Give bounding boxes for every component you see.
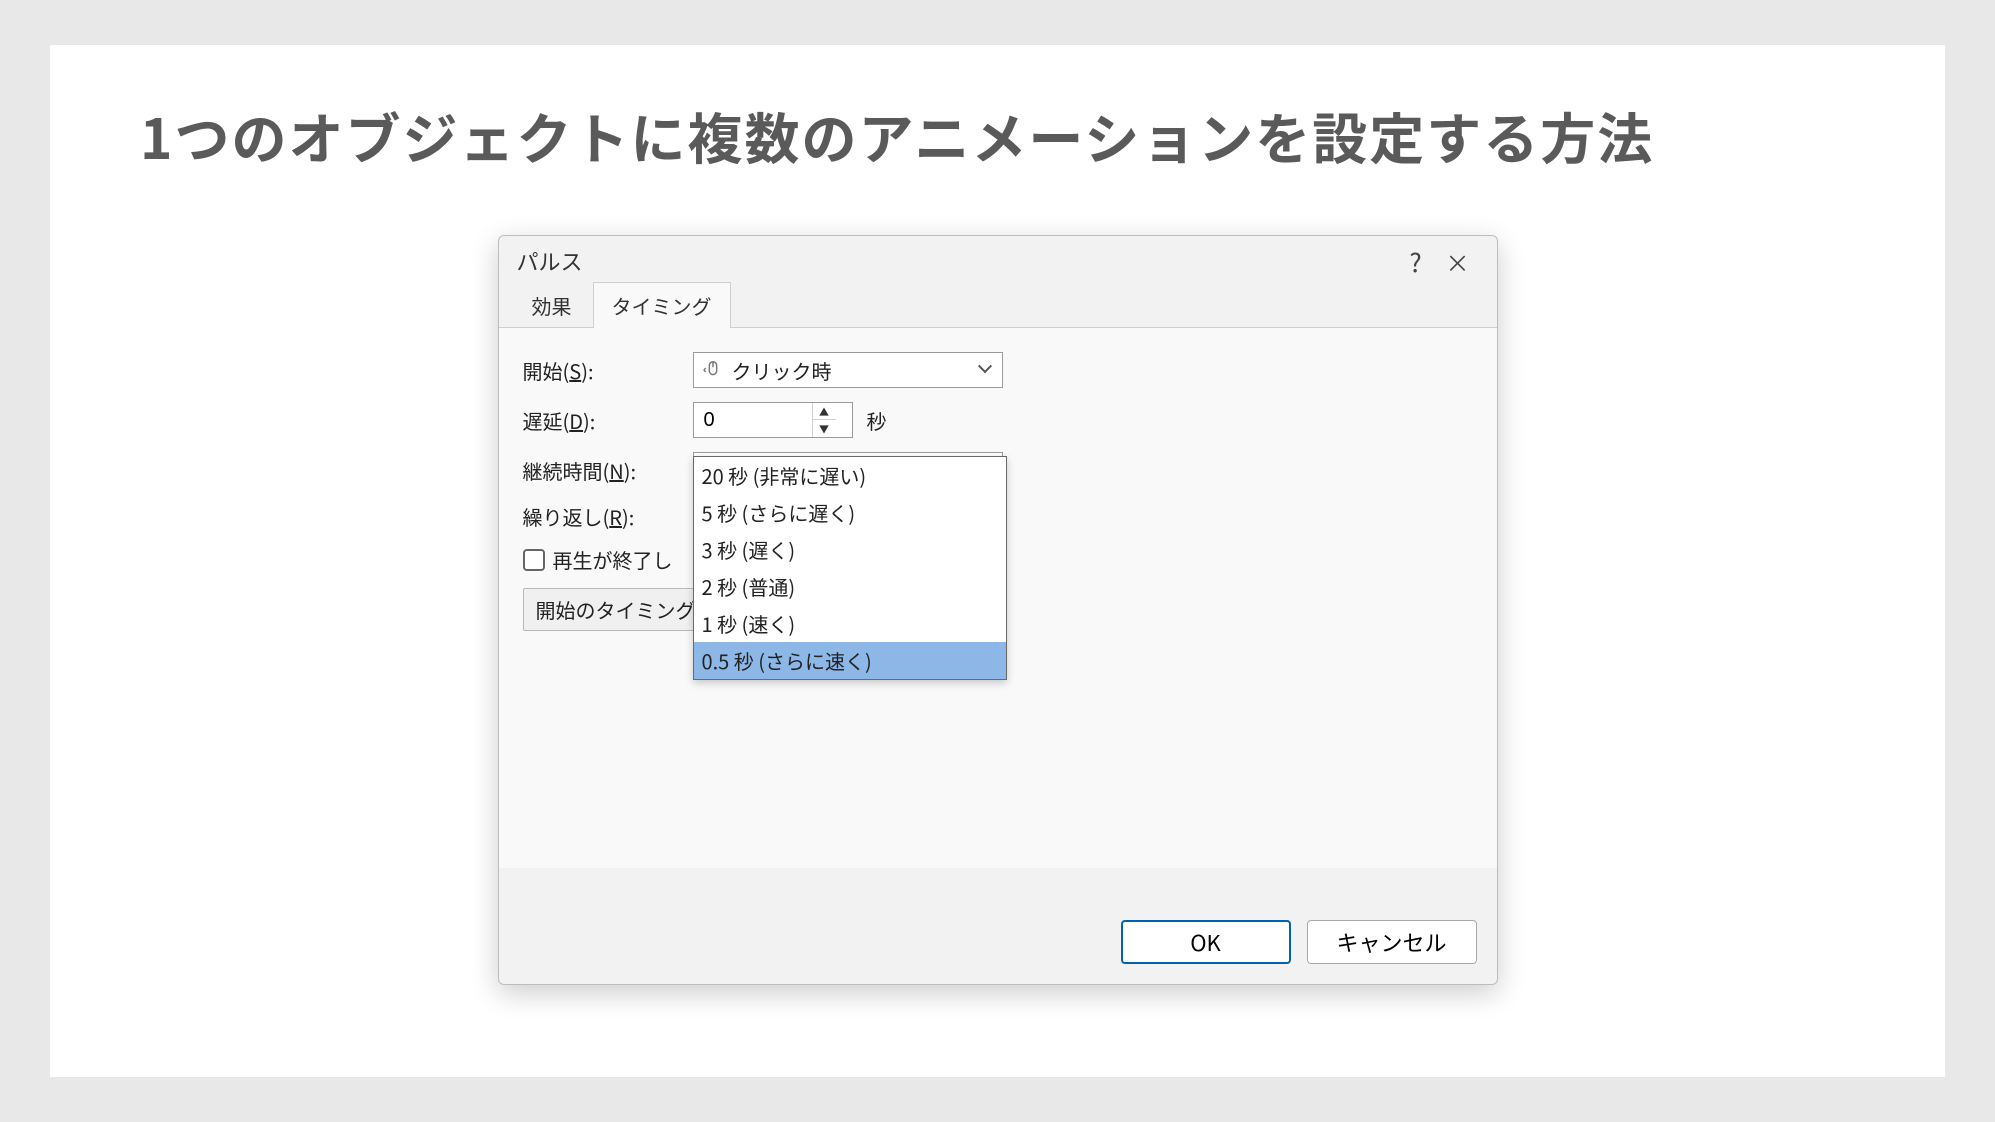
duration-dropdown[interactable]: 20 秒 (非常に遅い) 5 秒 (さらに遅く) 3 秒 (遅く) 2 秒 (普… [693, 456, 1007, 680]
rewind-label: 再生が終了し [553, 545, 673, 574]
label-delay: 遅延(D): [523, 406, 693, 435]
cancel-button[interactable]: キャンセル [1307, 920, 1477, 964]
spinner-up-icon[interactable]: ▲ [813, 403, 836, 420]
duration-option-selected[interactable]: 0.5 秒 (さらに速く) [694, 642, 1006, 679]
help-icon[interactable]: ? [1395, 240, 1437, 282]
duration-option[interactable]: 2 秒 (普通) [694, 568, 1006, 605]
page-title: 1つのオブジェクトに複数のアニメーションを設定する方法 [110, 95, 1885, 175]
chevron-down-icon [980, 364, 992, 376]
start-combo[interactable]: クリック時 [693, 352, 1003, 388]
tab-effect[interactable]: 効果 [513, 282, 591, 328]
label-duration: 継続時間(N): [523, 456, 693, 485]
dialog-titlebar: パルス ? × [499, 236, 1497, 286]
duration-option[interactable]: 5 秒 (さらに遅く) [694, 494, 1006, 531]
delay-input[interactable] [702, 408, 812, 433]
tab-body-timing: 開始(S): クリック時 [499, 328, 1497, 868]
row-delay: 遅延(D): ▲ ▼ 秒 [523, 402, 1473, 438]
ok-button[interactable]: OK [1121, 920, 1291, 964]
duration-option[interactable]: 20 秒 (非常に遅い) [694, 457, 1006, 494]
delay-spin-buttons[interactable]: ▲ ▼ [812, 403, 836, 437]
dialog-footer: OK キャンセル [1121, 920, 1477, 964]
pulse-dialog: パルス ? × 効果 タイミング 開始(S): [498, 235, 1498, 985]
tab-timing[interactable]: タイミング [593, 282, 731, 328]
start-combo-chevron[interactable] [976, 360, 996, 380]
delay-spinner[interactable]: ▲ ▼ [693, 402, 853, 438]
dialog-title: パルス [517, 245, 583, 277]
duration-option[interactable]: 1 秒 (速く) [694, 605, 1006, 642]
slide: 1つのオブジェクトに複数のアニメーションを設定する方法 パルス ? × 効果 タ… [50, 45, 1945, 1077]
label-start: 開始(S): [523, 356, 693, 385]
rewind-checkbox[interactable] [523, 549, 545, 571]
tabstrip: 効果 タイミング [499, 286, 1497, 328]
label-repeat: 繰り返し(R): [523, 502, 693, 531]
start-value: クリック時 [732, 356, 832, 385]
delay-unit: 秒 [867, 406, 887, 435]
duration-option[interactable]: 3 秒 (遅く) [694, 531, 1006, 568]
row-start: 開始(S): クリック時 [523, 352, 1473, 388]
close-icon[interactable]: × [1437, 240, 1479, 282]
spinner-down-icon[interactable]: ▼ [813, 420, 836, 437]
start-timing-button[interactable]: 開始のタイミング( [523, 588, 708, 631]
mouse-click-icon [702, 359, 724, 381]
